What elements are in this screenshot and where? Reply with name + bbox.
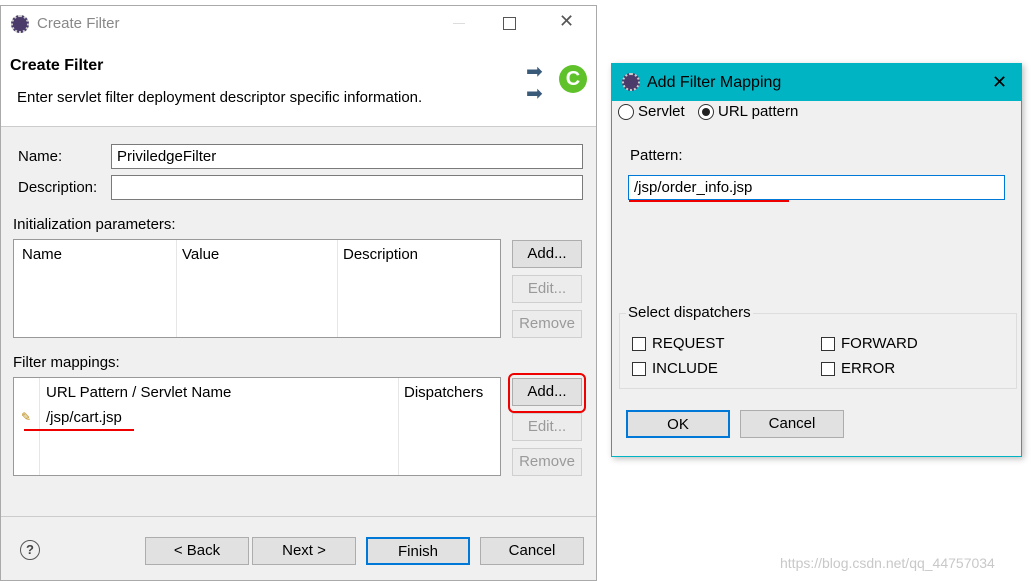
checkbox-label: INCLUDE: [652, 360, 718, 377]
init-add-button[interactable]: Add...: [512, 240, 582, 268]
finish-button[interactable]: Finish: [366, 537, 470, 565]
filter-wizard-icon: ➡ ➡ C: [526, 57, 596, 107]
annotation-circle: [508, 373, 586, 413]
dialog-title: Add Filter Mapping: [647, 74, 782, 91]
init-params-label: Initialization parameters:: [13, 216, 176, 233]
pattern-input[interactable]: /jsp/order_info.jsp: [628, 175, 1005, 200]
window-title: Create Filter: [37, 15, 120, 32]
column-header[interactable]: URL Pattern / Servlet Name: [46, 384, 231, 401]
url-pattern-radio-label: URL pattern: [718, 103, 799, 120]
init-edit-button[interactable]: Edit...: [512, 275, 582, 303]
header-description: Enter servlet filter deployment descript…: [17, 89, 423, 106]
column-header[interactable]: Value: [182, 246, 219, 263]
dispatchers-label: Select dispatchers: [626, 304, 753, 321]
column-header[interactable]: Name: [22, 246, 62, 263]
checkbox-label: ERROR: [841, 360, 896, 377]
cancel-button[interactable]: Cancel: [740, 410, 844, 438]
servlet-radio-label: Servlet: [638, 103, 685, 120]
description-input[interactable]: [111, 175, 583, 200]
mapping-pattern: /jsp/cart.jsp: [46, 409, 122, 426]
separator: [1, 516, 596, 517]
eclipse-icon: [622, 73, 640, 91]
checkbox-label: REQUEST: [652, 335, 725, 352]
cancel-button[interactable]: Cancel: [480, 537, 584, 565]
ok-button[interactable]: OK: [626, 410, 730, 438]
title-bar: Create Filter ✕: [1, 6, 596, 41]
mapping-edit-button[interactable]: Edit...: [512, 413, 582, 441]
filter-mappings-table[interactable]: URL Pattern / Servlet Name Dispatchers ✎…: [13, 377, 501, 476]
name-label: Name:: [18, 148, 63, 165]
dispatchers-group: Select dispatchers REQUEST FORWARD INCLU…: [619, 304, 1017, 389]
checkbox-label: FORWARD: [841, 335, 918, 352]
close-button[interactable]: ✕: [559, 11, 574, 32]
header-title: Create Filter: [10, 57, 104, 74]
pencil-icon: ✎: [21, 410, 32, 424]
back-button[interactable]: < Back: [145, 537, 249, 565]
annotation-underline: [629, 200, 789, 202]
name-input[interactable]: PriviledgeFilter: [111, 144, 583, 169]
table-row[interactable]: ✎ /jsp/cart.jsp: [14, 406, 394, 431]
mapping-remove-button[interactable]: Remove: [512, 448, 582, 476]
filter-mappings-label: Filter mappings:: [13, 354, 120, 371]
watermark: https://blog.csdn.net/qq_44757034: [780, 555, 995, 571]
close-button[interactable]: ✕: [992, 72, 1007, 93]
wizard-header: Create Filter Enter servlet filter deplo…: [1, 41, 596, 127]
add-filter-mapping-dialog: Add Filter Mapping ✕ Servlet URL pattern…: [611, 63, 1022, 457]
next-button[interactable]: Next >: [252, 537, 356, 565]
eclipse-icon: [11, 15, 29, 33]
dialog-title-bar: Add Filter Mapping ✕: [612, 64, 1021, 101]
maximize-button[interactable]: [503, 17, 516, 30]
help-icon[interactable]: ?: [20, 540, 40, 560]
create-filter-window: Create Filter ✕ Create Filter Enter serv…: [0, 5, 597, 581]
column-header[interactable]: Dispatchers: [404, 384, 483, 401]
description-label: Description:: [18, 179, 98, 196]
column-header[interactable]: Description: [343, 246, 418, 263]
minimize-button[interactable]: [453, 23, 465, 24]
pattern-label: Pattern:: [630, 147, 683, 164]
init-remove-button[interactable]: Remove: [512, 310, 582, 338]
init-params-table[interactable]: Name Value Description: [13, 239, 501, 338]
